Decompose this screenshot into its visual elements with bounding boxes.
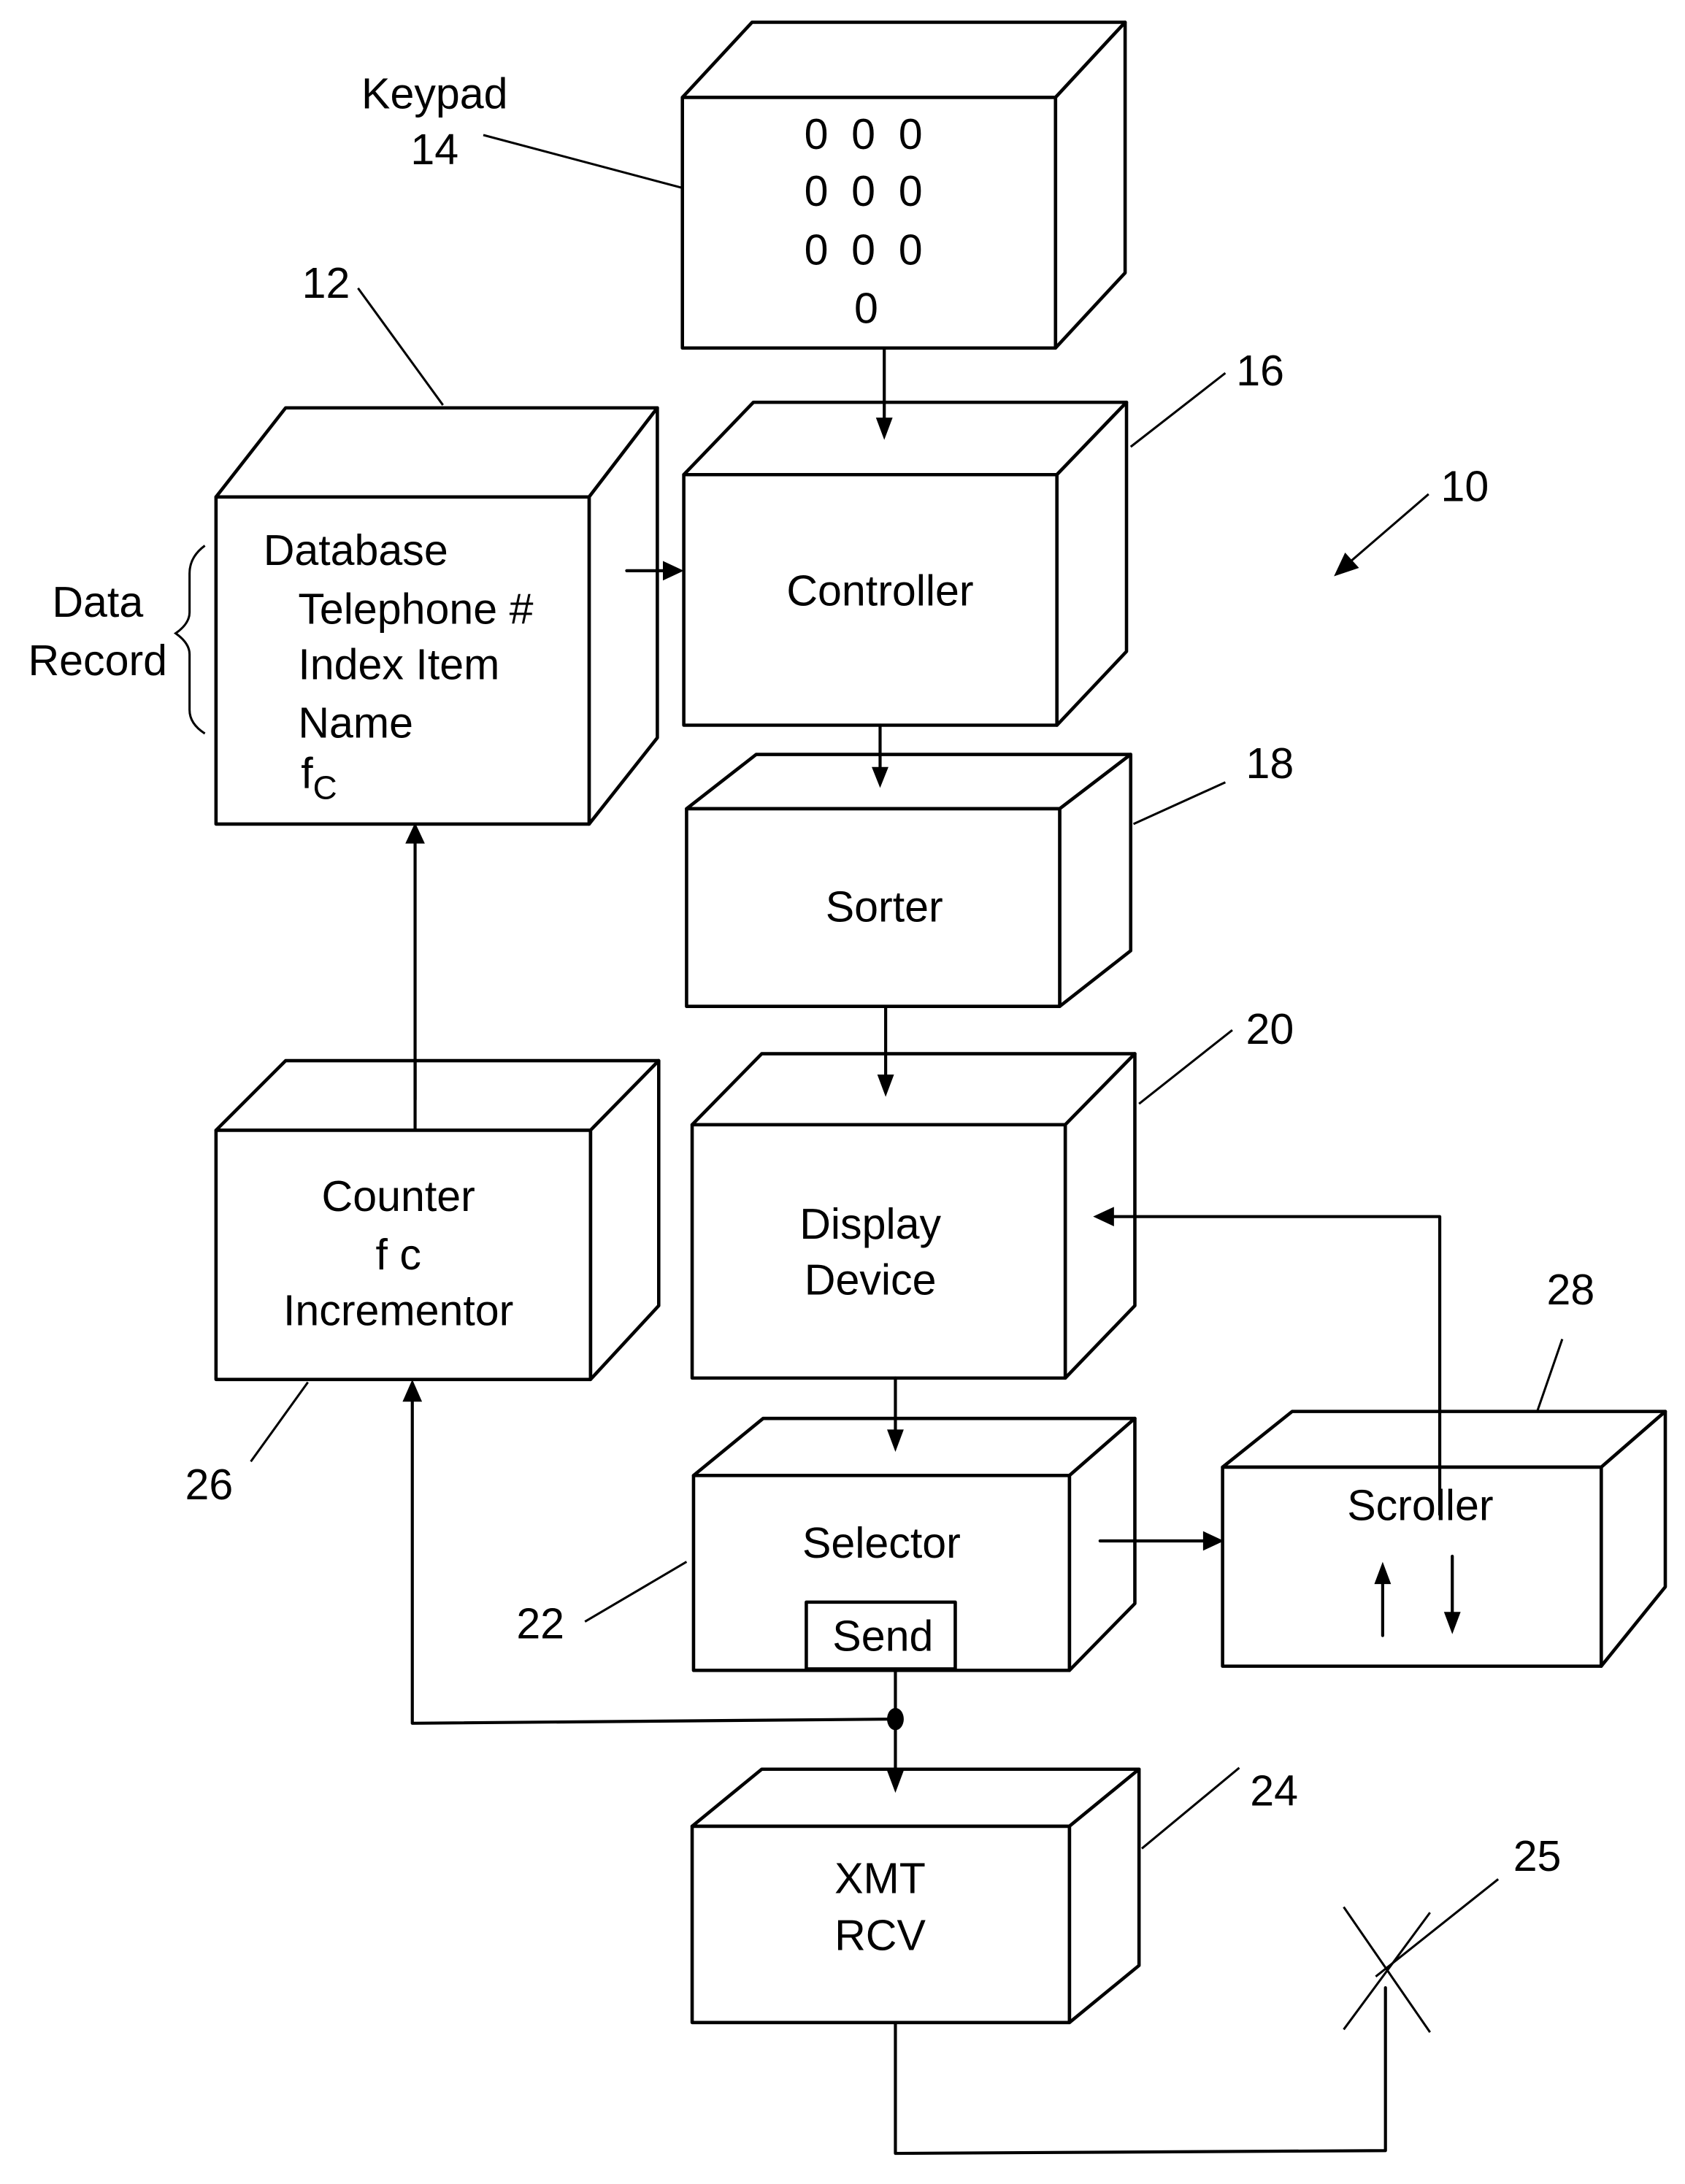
data-record-label-line2: Record	[28, 636, 168, 685]
controller-ref-number: 16	[1236, 346, 1284, 395]
database-leader-line	[357, 287, 444, 406]
transceiver-block: XMT RCV	[690, 1767, 1141, 2025]
display-front-face	[690, 1123, 1067, 1380]
scroller-leader-line	[1536, 1338, 1564, 1412]
counter-ref-number: 26	[185, 1460, 233, 1509]
display-device-block: Display Device	[690, 1052, 1137, 1380]
counter-block: Counter f c Incrementor	[214, 1058, 661, 1382]
scroller-ref-number: 28	[1546, 1265, 1594, 1314]
database-ref-number: 12	[302, 258, 350, 307]
counter-label-line2: f c	[375, 1230, 421, 1279]
sorter-top-face	[685, 753, 1133, 811]
database-top-face	[214, 406, 659, 499]
sorter-block: Sorter	[685, 753, 1133, 1009]
selector-label: Selector	[802, 1518, 961, 1567]
display-leader-line	[1138, 1028, 1233, 1105]
arrowhead-icon	[405, 823, 425, 844]
database-field-telephone: Telephone #	[298, 584, 533, 633]
database-block: Database Telephone # Index Item Name fC	[214, 406, 659, 826]
keypad-top-face	[680, 20, 1127, 99]
block-diagram: 0 0 0 0 0 0 0 0 0 0 Keypad 14 Database T…	[28, 20, 1667, 2156]
keypad-ref-number: 14	[410, 125, 458, 174]
keypad-row-1: 0 0 0	[805, 109, 929, 158]
keypad-row-3: 0 0 0	[805, 225, 929, 274]
controller-top-face	[682, 400, 1129, 477]
system-ref-number: 10	[1441, 462, 1489, 511]
counter-label-line3: Incrementor	[283, 1285, 513, 1334]
transceiver-ref-number: 24	[1250, 1766, 1298, 1815]
database-field-index-item: Index Item	[298, 640, 499, 689]
counter-label-line1: Counter	[322, 1172, 475, 1220]
counter-leader-line	[250, 1381, 309, 1463]
display-ref-number: 20	[1246, 1004, 1294, 1053]
counter-top-face	[214, 1058, 661, 1132]
send-button-label: Send	[832, 1612, 933, 1661]
keypad-label: Keypad	[361, 69, 507, 118]
sorter-ref-number: 18	[1246, 739, 1294, 788]
transceiver-leader-line	[1141, 1766, 1240, 1850]
data-record-brace-icon	[173, 545, 206, 735]
controller-label: Controller	[786, 566, 973, 615]
arrowhead-icon	[663, 561, 684, 581]
transceiver-label-line1: XMT	[834, 1853, 926, 1902]
selector-leader-line	[584, 1561, 688, 1623]
antenna-ref-number: 25	[1513, 1831, 1562, 1880]
scroller-block: Scroller	[1221, 1410, 1667, 1668]
selector-block: Selector Send	[691, 1416, 1137, 1672]
sorter-leader-line	[1132, 781, 1227, 826]
transceiver-top-face	[690, 1767, 1141, 1829]
display-label-line2: Device	[805, 1255, 937, 1304]
database-field-name: Name	[298, 699, 413, 747]
scroller-label: Scroller	[1347, 1480, 1493, 1529]
selector-top-face	[691, 1416, 1137, 1477]
fc-main: f	[301, 748, 313, 797]
arrowhead-icon	[1202, 1531, 1224, 1551]
system-ref-arrow-line	[1347, 493, 1429, 565]
sorter-label: Sorter	[826, 882, 943, 931]
display-label-line1: Display	[799, 1199, 941, 1248]
fc-subscript: C	[313, 769, 337, 807]
data-record-label-line1: Data	[52, 577, 143, 626]
selector-ref-number: 22	[516, 1599, 564, 1647]
keypad-block: 0 0 0 0 0 0 0 0 0 0	[680, 20, 1127, 350]
keypad-row-2: 0 0 0	[805, 166, 929, 215]
database-title: Database	[264, 526, 448, 574]
display-top-face	[690, 1052, 1137, 1127]
controller-leader-line	[1129, 372, 1227, 448]
scroller-top-face	[1221, 1410, 1667, 1469]
transceiver-label-line2: RCV	[834, 1911, 926, 1960]
keypad-leader-line	[483, 134, 683, 189]
controller-block: Controller	[682, 400, 1129, 727]
keypad-row-4: 0	[854, 283, 878, 332]
antenna-leader-line	[1375, 1878, 1500, 1978]
arrowhead-icon	[402, 1379, 423, 1402]
